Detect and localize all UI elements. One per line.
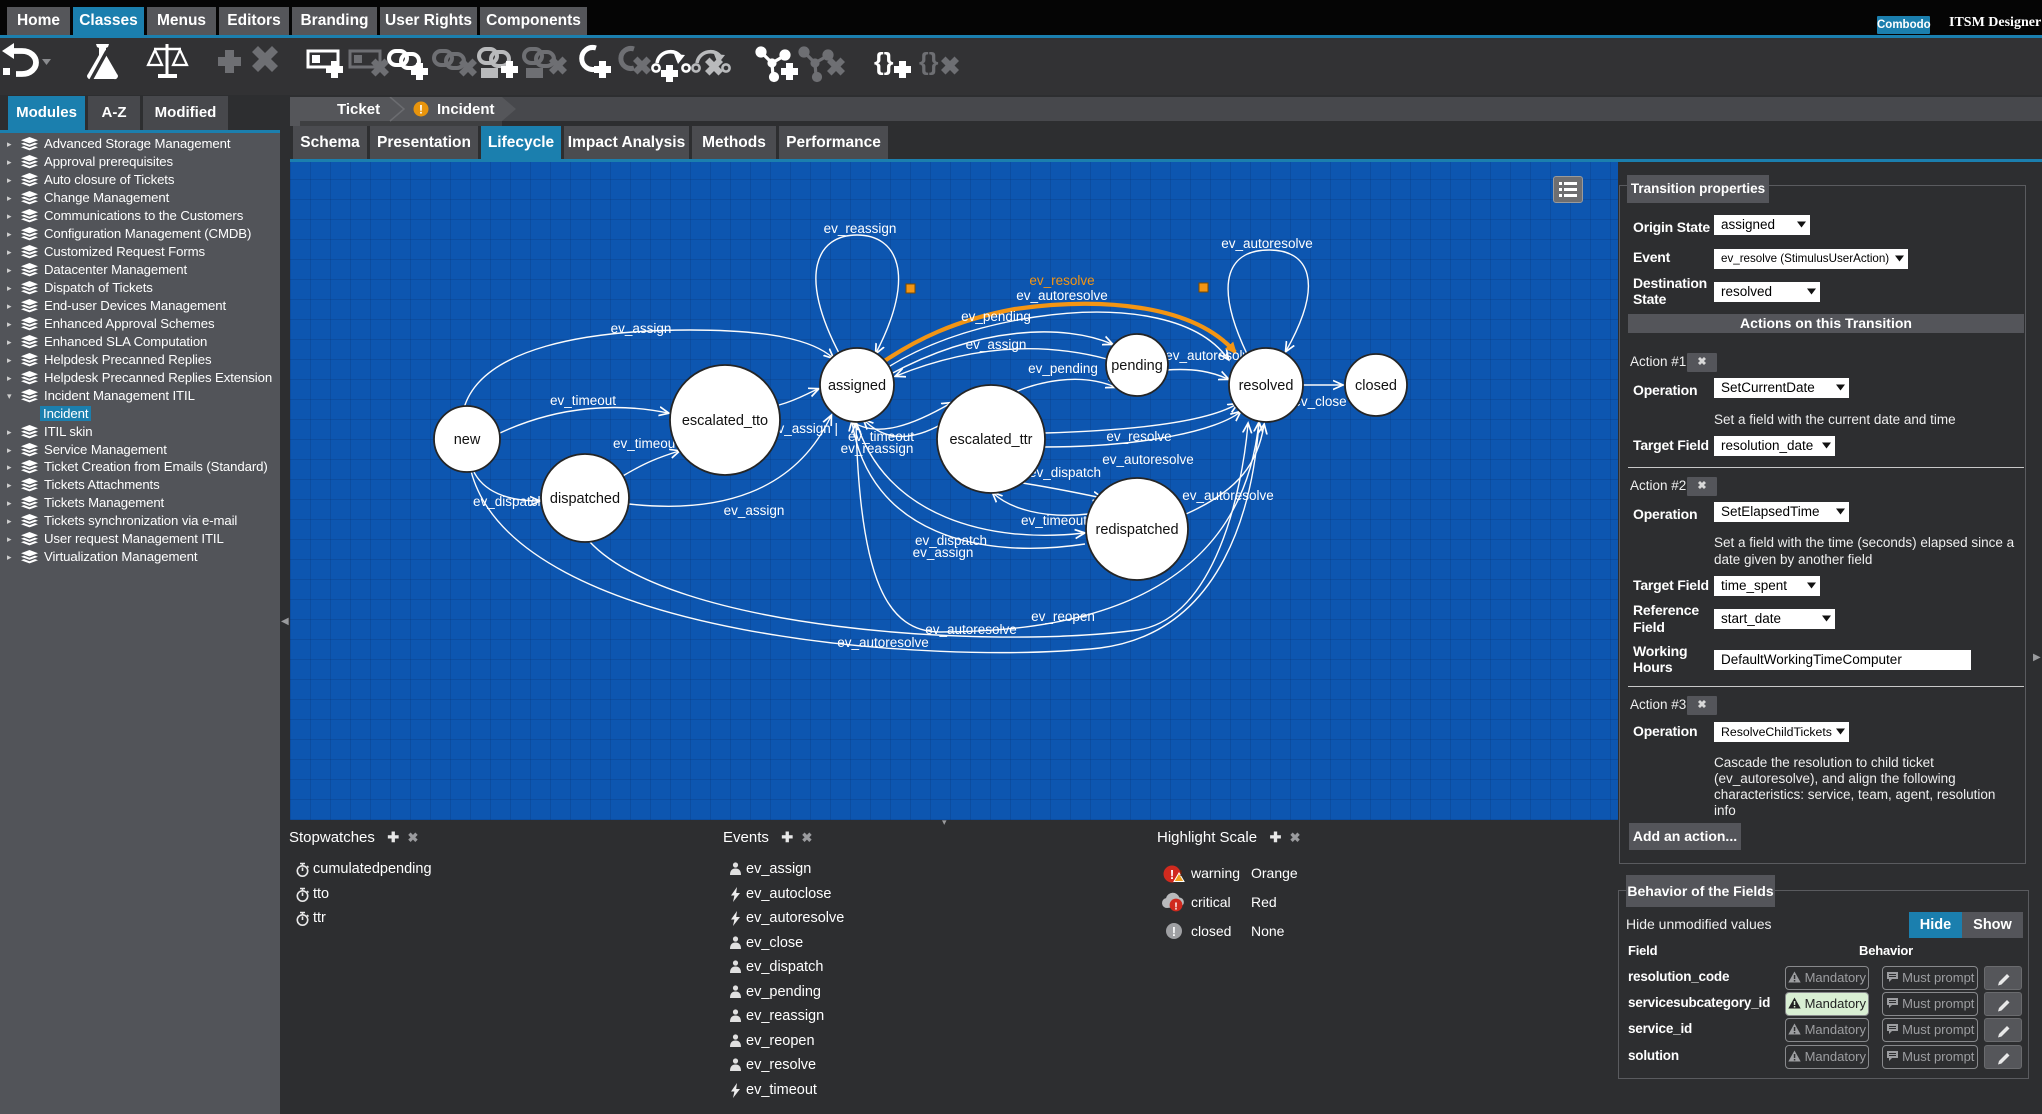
svg-text:!: ! <box>419 103 423 117</box>
svg-text:ev_pending: ev_pending <box>961 309 1031 324</box>
svg-text:ev_reassign: ev_reassign <box>841 441 914 456</box>
svg-text:ev_timeout: ev_timeout <box>613 436 679 451</box>
svg-text:pending: pending <box>1111 358 1163 374</box>
svg-text:{}: {} <box>919 48 939 76</box>
svg-text:closed: closed <box>1355 378 1397 394</box>
svg-text:ev_autoresolve: ev_autoresolve <box>1221 236 1313 251</box>
svg-text:ev_autoresolve: ev_autoresolve <box>1102 452 1194 467</box>
svg-text:new: new <box>454 432 481 448</box>
svg-text:!: ! <box>1180 869 1183 878</box>
svg-text:ev_assign: ev_assign <box>724 503 785 518</box>
svg-text:escalated_ttr: escalated_ttr <box>949 432 1032 448</box>
svg-text:ev_reopen: ev_reopen <box>1031 609 1095 624</box>
svg-text:ev_timeout: ev_timeout <box>550 393 616 408</box>
svg-text:ev_assign: ev_assign <box>611 321 672 336</box>
svg-text:ev_dispatch: ev_dispatch <box>473 494 545 509</box>
svg-text:!: ! <box>1170 867 1174 882</box>
svg-text:ev_resolve: ev_resolve <box>1029 273 1094 288</box>
svg-text:ev_assign: ev_assign <box>966 337 1027 352</box>
svg-text:resolved: resolved <box>1239 378 1294 394</box>
svg-text:ev_reassign: ev_reassign <box>824 221 897 236</box>
svg-text:!: ! <box>1172 925 1176 939</box>
svg-text:ev_autoresolve: ev_autoresolve <box>925 622 1017 637</box>
svg-text:!: ! <box>1174 901 1178 912</box>
svg-text:ev_autoresolve: ev_autoresolve <box>1182 488 1274 503</box>
svg-text:ev_autoresolve: ev_autoresolve <box>1016 288 1108 303</box>
svg-text:dispatched: dispatched <box>550 491 620 507</box>
svg-text:ev_timeout: ev_timeout <box>1021 513 1087 528</box>
svg-text:assigned: assigned <box>828 378 886 394</box>
svg-text:ev_pending: ev_pending <box>1028 361 1098 376</box>
svg-text:ev_resolve: ev_resolve <box>1106 429 1171 444</box>
svg-text:ev_assign: ev_assign <box>913 545 974 560</box>
svg-text:{}: {} <box>874 48 894 76</box>
svg-text:escalated_tto: escalated_tto <box>682 413 768 429</box>
svg-text:redispatched: redispatched <box>1095 522 1178 538</box>
svg-text:ev_autoresolve: ev_autoresolve <box>837 635 929 650</box>
svg-text:ev_dispatch: ev_dispatch <box>1029 465 1101 480</box>
